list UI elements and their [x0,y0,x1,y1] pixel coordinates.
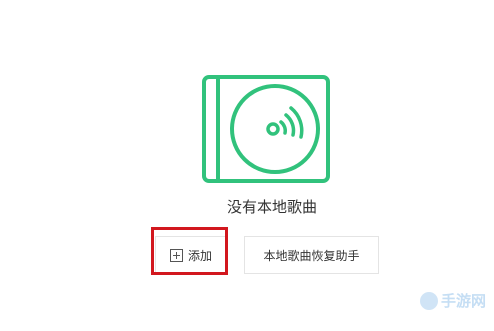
empty-state-title: 没有本地歌曲 [226,198,317,216]
watermark-text: 手游网 [440,292,486,310]
action-bar: 添加 本地歌曲恢复助手 [0,227,494,276]
restore-button-label: 本地歌曲恢复助手 [263,248,360,263]
add-button-label: 添加 [187,248,212,263]
plus-square-icon [169,248,183,262]
watermark: 手游网 [419,290,486,311]
add-button[interactable]: 添加 [155,236,227,274]
cd-disc-icon [202,75,330,183]
watermark-logo-icon [419,291,438,310]
local-song-restore-button[interactable]: 本地歌曲恢复助手 [244,236,379,274]
empty-state: 没有本地歌曲 添加 本地歌曲恢复助手 手游网 [0,0,494,331]
